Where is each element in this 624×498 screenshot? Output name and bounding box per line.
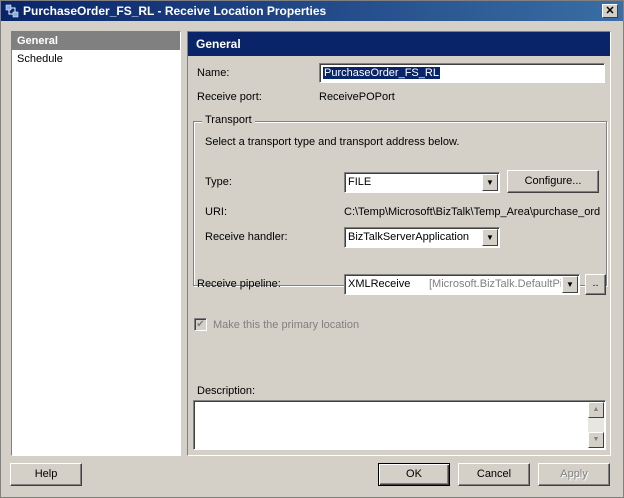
description-label: Description: bbox=[197, 385, 256, 397]
configure-button[interactable]: Configure... bbox=[507, 170, 599, 193]
receive-pipeline-assembly: [Microsoft.BizTalk.DefaultPip bbox=[429, 278, 561, 290]
uri-label: URI: bbox=[205, 206, 227, 218]
scroll-up-icon[interactable]: ▲ bbox=[588, 402, 604, 418]
name-label: Name: bbox=[197, 67, 230, 79]
receive-pipeline-value: XMLReceive bbox=[348, 278, 411, 290]
page-navigation-list: General Schedule bbox=[11, 31, 181, 456]
chevron-down-icon[interactable]: ▼ bbox=[562, 276, 578, 293]
help-button[interactable]: Help bbox=[10, 463, 82, 486]
receive-handler-label: Receive handler: bbox=[205, 231, 288, 243]
receive-handler-value: BizTalkServerApplication bbox=[348, 231, 470, 243]
primary-location-label: Make this the primary location bbox=[213, 319, 360, 331]
name-value: PurchaseOrder_FS_RL bbox=[323, 67, 440, 79]
receive-port-label: Receive port: bbox=[197, 91, 262, 103]
receive-pipeline-select[interactable]: XMLReceive [Microsoft.BizTalk.DefaultPip… bbox=[344, 274, 580, 295]
transport-group: Transport Select a transport type and tr… bbox=[193, 114, 607, 286]
apply-button[interactable]: Apply bbox=[538, 463, 610, 486]
receive-port-value: ReceivePOPort bbox=[319, 91, 395, 103]
uri-value: C:\Temp\Microsoft\BizTalk\Temp_Area\purc… bbox=[344, 206, 601, 218]
chevron-down-icon[interactable]: ▼ bbox=[482, 229, 498, 246]
window-title: PurchaseOrder_FS_RL - Receive Location P… bbox=[23, 4, 327, 18]
nav-item-general[interactable]: General bbox=[12, 32, 180, 50]
pipeline-browse-button[interactable]: .. bbox=[585, 274, 606, 295]
ok-button[interactable]: OK bbox=[378, 463, 450, 486]
receive-handler-select[interactable]: BizTalkServerApplication ▼ bbox=[344, 227, 500, 248]
name-field[interactable]: PurchaseOrder_FS_RL bbox=[319, 63, 605, 83]
properties-dialog: PurchaseOrder_FS_RL - Receive Location P… bbox=[0, 0, 624, 498]
receive-location-icon bbox=[5, 4, 19, 18]
transport-type-select[interactable]: FILE ▼ bbox=[344, 172, 500, 193]
panel-header: General bbox=[188, 32, 610, 56]
type-label: Type: bbox=[205, 176, 232, 188]
scroll-down-icon[interactable]: ▼ bbox=[588, 432, 604, 448]
description-field[interactable]: ▲ ▼ bbox=[193, 400, 606, 450]
close-button[interactable]: ✕ bbox=[602, 4, 618, 18]
description-scrollbar[interactable]: ▲ ▼ bbox=[588, 402, 604, 448]
cancel-button[interactable]: Cancel bbox=[458, 463, 530, 486]
chevron-down-icon[interactable]: ▼ bbox=[482, 174, 498, 191]
general-panel: General Name: PurchaseOrder_FS_RL Receiv… bbox=[187, 31, 611, 456]
title-bar[interactable]: PurchaseOrder_FS_RL - Receive Location P… bbox=[1, 1, 623, 21]
transport-instructions: Select a transport type and transport ad… bbox=[205, 136, 460, 148]
transport-type-value: FILE bbox=[348, 176, 372, 188]
nav-item-schedule[interactable]: Schedule bbox=[12, 50, 180, 68]
primary-location-checkbox[interactable]: ✔ bbox=[194, 318, 207, 331]
receive-pipeline-label: Receive pipeline: bbox=[197, 278, 281, 290]
transport-group-title: Transport bbox=[202, 114, 255, 126]
